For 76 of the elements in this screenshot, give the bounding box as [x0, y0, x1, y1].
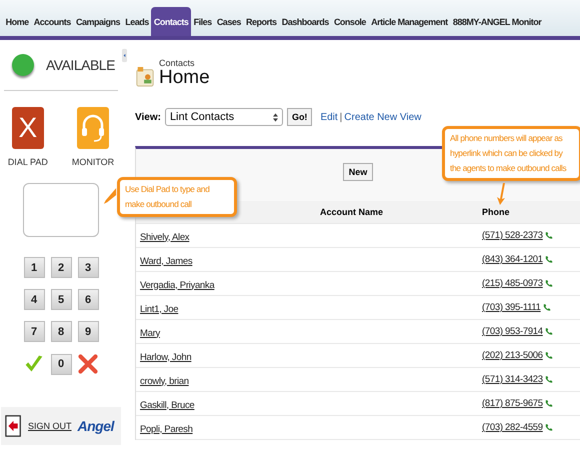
phone-icon[interactable] — [544, 375, 553, 384]
breadcrumb: Contacts — [159, 58, 196, 68]
column-header[interactable]: Account Name — [320, 207, 472, 217]
nav-tab[interactable]: Console — [331, 7, 369, 36]
callout-box: Use Dial Pad to type and make outbound call — [117, 177, 237, 217]
contact-link[interactable]: Ward, James — [140, 256, 192, 266]
page-title: Home — [159, 68, 210, 88]
keypad-key[interactable]: 8 — [50, 321, 72, 342]
nav-tab[interactable]: Accounts — [31, 7, 74, 36]
mode-label: DIAL PAD — [8, 157, 48, 167]
phone-icon[interactable] — [544, 231, 553, 240]
mode-label: MONITOR — [72, 157, 114, 167]
contact-link[interactable]: Gaskill, Bruce — [140, 400, 194, 410]
keypad-key[interactable]: 2 — [50, 257, 72, 278]
keypad-key[interactable]: 0 — [50, 354, 72, 374]
keypad-key[interactable]: 5 — [50, 289, 72, 310]
phone-icon[interactable] — [544, 279, 553, 288]
nav-tab[interactable]: 888MY-ANGEL Monitor — [450, 7, 544, 36]
nav-tab[interactable]: Home — [3, 7, 32, 36]
phone-link[interactable]: (703) 395-1111 — [482, 302, 541, 313]
contact-link[interactable]: Vergadia, Priyanka — [140, 280, 214, 290]
collapse-handle-icon[interactable] — [122, 48, 127, 63]
contact-link[interactable]: crowly, brian — [140, 376, 189, 386]
nav-tab[interactable]: Files — [191, 7, 214, 36]
keypad-key[interactable]: 3 — [78, 257, 98, 278]
contact-link[interactable]: Harlow, John — [140, 352, 192, 362]
callout-pointer — [497, 183, 507, 205]
dropdown-arrows-icon — [272, 112, 278, 122]
sign-out-link[interactable]: SIGN OUT — [28, 421, 72, 431]
view-select[interactable]: Lint Contacts — [164, 108, 283, 126]
create-view-link[interactable]: Create New View — [344, 112, 422, 122]
separator: | — [340, 112, 342, 122]
callout-box: All phone numbers will appear as hyperlink which can be clicked by the agents to make outbound calls — [442, 126, 580, 181]
phone-link[interactable]: (817) 875-9675 — [482, 398, 543, 409]
phone-link[interactable]: (571) 528-2373 — [482, 230, 543, 241]
phone-icon[interactable] — [544, 423, 553, 432]
phone-link[interactable]: (215) 485-0973 — [482, 278, 543, 289]
nav-tab[interactable]: Cases — [214, 7, 244, 36]
phone-icon[interactable] — [544, 351, 553, 360]
phone-link[interactable]: (571) 314-3423 — [482, 374, 543, 385]
nav-tab[interactable]: Campaigns — [73, 7, 123, 36]
nav-tab[interactable]: Dashboards — [279, 7, 332, 36]
nav-tab[interactable]: Article Management — [368, 7, 450, 36]
phone-link[interactable]: (843) 364-1201 — [482, 254, 543, 265]
view-label: View: — [135, 112, 161, 122]
phone-link[interactable]: (202) 213-5006 — [482, 350, 543, 361]
new-button[interactable]: New — [342, 163, 374, 181]
contact-link[interactable]: Shively, Alex — [140, 232, 190, 242]
contact-link[interactable]: Mary — [140, 328, 160, 338]
phone-icon[interactable] — [544, 399, 553, 408]
phone-icon[interactable] — [544, 255, 553, 264]
nav-tab[interactable]: Contacts — [151, 7, 192, 36]
exit-icon[interactable] — [5, 415, 22, 437]
phone-link[interactable]: (703) 953-7914 — [482, 326, 543, 337]
keypad-key[interactable]: 1 — [24, 257, 44, 278]
edit-link[interactable]: Edit — [320, 112, 338, 122]
number-field[interactable] — [23, 183, 99, 237]
keypad-key[interactable]: 6 — [78, 289, 98, 310]
keypad-key[interactable]: 7 — [24, 321, 44, 342]
column-header[interactable]: Phone — [472, 207, 580, 217]
go-button[interactable]: Go! — [286, 108, 312, 126]
status-label: AVAILABLE — [46, 57, 115, 73]
contact-card-icon — [135, 66, 155, 88]
brand-logo: Angel — [78, 418, 114, 434]
phone-icon[interactable] — [544, 327, 553, 336]
keypad-key[interactable]: 9 — [78, 321, 98, 342]
contact-link[interactable]: Popli, Paresh — [140, 424, 193, 434]
keypad-key[interactable]: 4 — [24, 289, 44, 310]
contact-link[interactable]: Lint1, Joe — [140, 304, 178, 314]
callout-pointer — [103, 186, 117, 206]
phone-icon[interactable] — [542, 303, 551, 312]
dial-pad-button[interactable]: X — [12, 107, 44, 149]
phone-link[interactable]: (703) 282-4559 — [482, 422, 543, 433]
close-icon[interactable] — [78, 353, 98, 375]
nav-tab[interactable]: Leads — [122, 7, 152, 36]
nav-tab[interactable]: Reports — [243, 7, 280, 36]
